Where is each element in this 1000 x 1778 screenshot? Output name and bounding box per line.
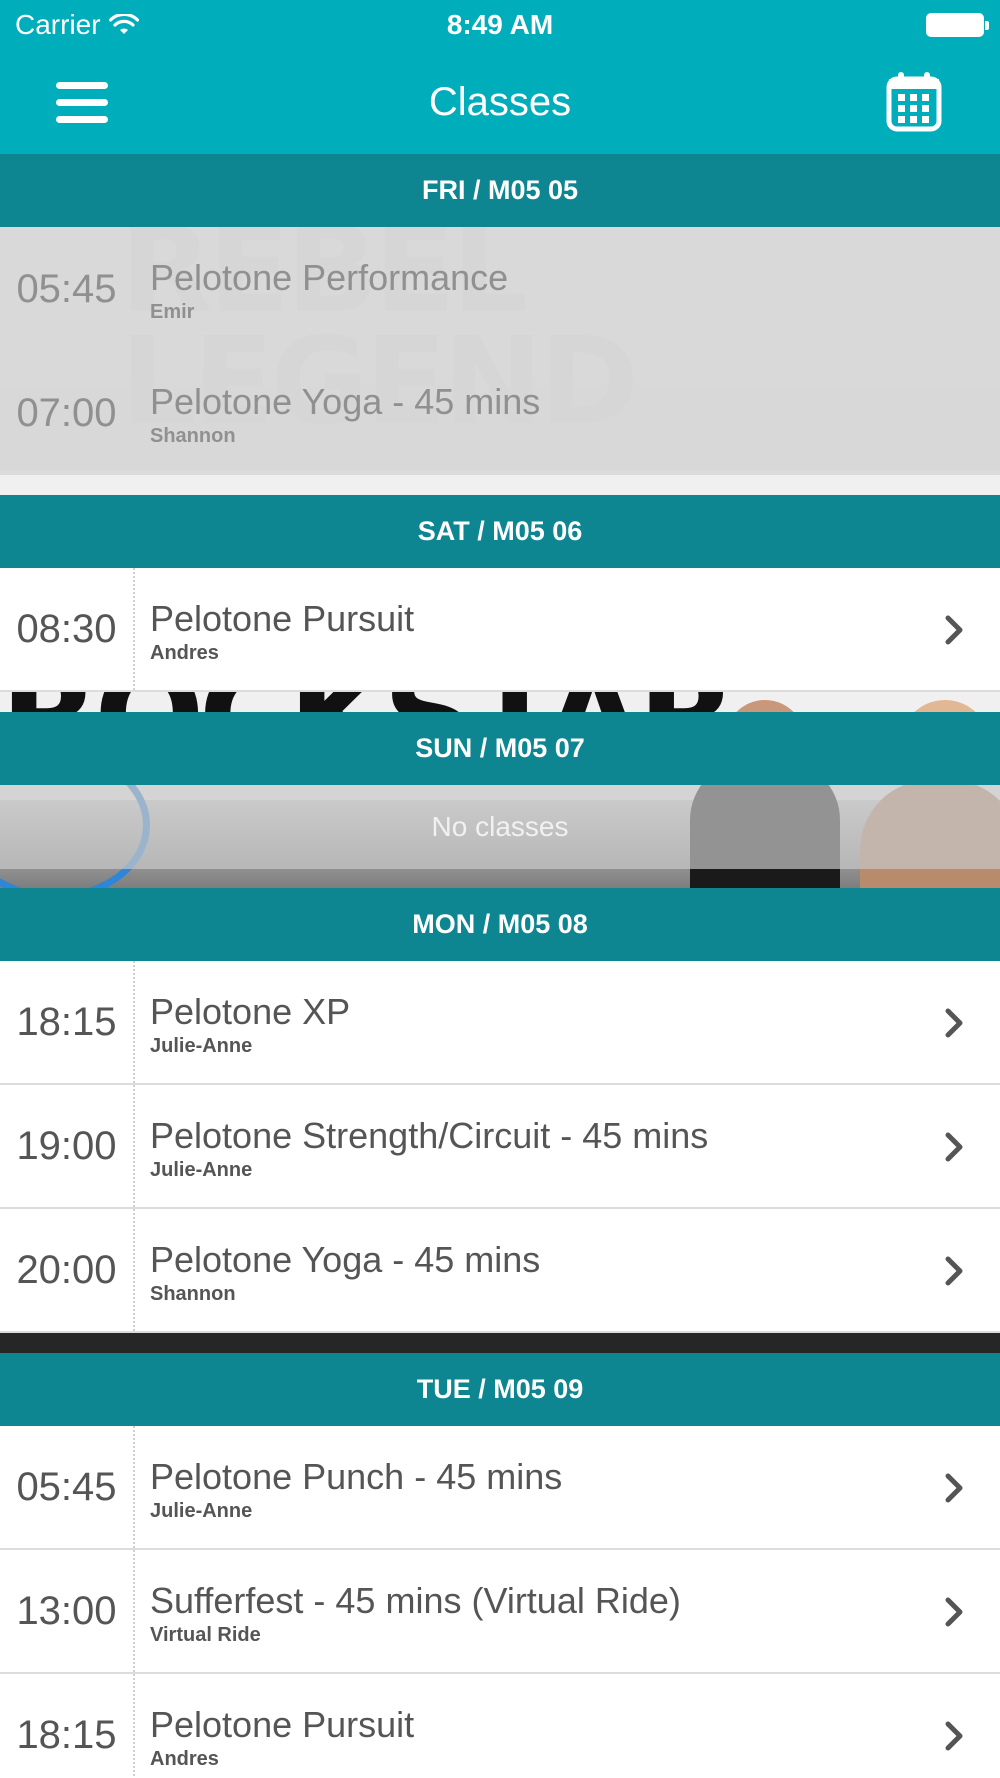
class-instructor: Julie-Anne — [150, 1500, 253, 1522]
class-name: Pelotone Performance — [150, 257, 509, 298]
class-time: 08:30 — [16, 606, 117, 651]
chevron-right-icon — [945, 1597, 963, 1627]
status-time: 8:49 AM — [446, 9, 554, 40]
class-time: 13:00 — [16, 1588, 117, 1633]
class-name: Pelotone Strength/Circuit - 45 mins — [150, 1115, 709, 1156]
class-instructor: Andres — [150, 642, 219, 664]
class-name: Pelotone XP — [150, 991, 351, 1032]
day-header: MON / M05 08 — [0, 888, 1000, 961]
class-row[interactable]: 13:00 Sufferfest - 45 mins (Virtual Ride… — [0, 1550, 1000, 1674]
chevron-right-icon — [945, 1721, 963, 1751]
class-name: Pelotone Yoga - 45 mins — [150, 1239, 541, 1280]
class-instructor: Julie-Anne — [150, 1159, 253, 1181]
chevron-right-icon — [945, 1256, 963, 1286]
class-row[interactable]: 18:15 Pelotone Pursuit Andres — [0, 1674, 1000, 1778]
class-name: Pelotone Pursuit — [150, 598, 415, 639]
class-time: 19:00 — [16, 1123, 117, 1168]
status-bar: Carrier 8:49 AM — [0, 0, 1000, 50]
class-row[interactable]: 20:00 Pelotone Yoga - 45 mins Shannon — [0, 1209, 1000, 1333]
class-name: Pelotone Pursuit — [150, 1704, 415, 1745]
class-time: 18:15 — [16, 999, 117, 1044]
chevron-right-icon — [945, 1008, 963, 1038]
class-time: 20:00 — [16, 1247, 117, 1292]
chevron-right-icon — [945, 1132, 963, 1162]
page-title: Classes — [428, 80, 572, 124]
navigation-bar: Classes — [0, 50, 1000, 154]
row-divider — [133, 568, 135, 690]
class-time: 05:45 — [16, 1464, 117, 1509]
class-row: 07:00 Pelotone Yoga - 45 mins Shannon — [0, 351, 1000, 475]
row-divider — [133, 1674, 135, 1778]
calendar-icon[interactable] — [886, 70, 942, 132]
class-name: Sufferfest - 45 mins (Virtual Ride) — [150, 1580, 681, 1621]
row-divider — [133, 1426, 135, 1548]
class-row: 05:45 Pelotone Performance Emir — [0, 227, 1000, 351]
class-instructor: Shannon — [150, 425, 236, 447]
class-instructor: Julie-Anne — [150, 1035, 253, 1057]
class-instructor: Virtual Ride — [150, 1624, 261, 1646]
class-time: 07:00 — [16, 390, 117, 435]
class-row[interactable]: 18:15 Pelotone XP Julie-Anne — [0, 961, 1000, 1085]
class-name: Pelotone Punch - 45 mins — [150, 1456, 563, 1497]
class-row[interactable]: 19:00 Pelotone Strength/Circuit - 45 min… — [0, 1085, 1000, 1209]
day-header: SUN / M05 07 — [0, 712, 1000, 785]
chevron-right-icon — [945, 615, 963, 645]
class-instructor: Andres — [150, 1748, 219, 1770]
row-divider — [133, 1550, 135, 1672]
class-time: 05:45 — [16, 266, 117, 311]
class-instructor: Emir — [150, 301, 195, 323]
class-instructor: Shannon — [150, 1283, 236, 1305]
chevron-right-icon — [945, 1473, 963, 1503]
day-header: FRI / M05 05 — [0, 154, 1000, 227]
class-name: Pelotone Yoga - 45 mins — [150, 381, 541, 422]
row-divider — [133, 1209, 135, 1331]
class-row[interactable]: 08:30 Pelotone Pursuit Andres — [0, 568, 1000, 692]
class-list: FRI / M05 05 05:45 Pelotone Performance … — [0, 154, 1000, 1778]
row-divider — [133, 961, 135, 1083]
no-classes-message: No classes — [0, 785, 1000, 869]
class-row[interactable]: 05:45 Pelotone Punch - 45 mins Julie-Ann… — [0, 1426, 1000, 1550]
battery-icon — [926, 13, 989, 37]
day-header: SAT / M05 06 — [0, 495, 1000, 568]
class-time: 18:15 — [16, 1712, 117, 1757]
row-divider — [133, 1085, 135, 1207]
day-header: TUE / M05 09 — [0, 1353, 1000, 1426]
